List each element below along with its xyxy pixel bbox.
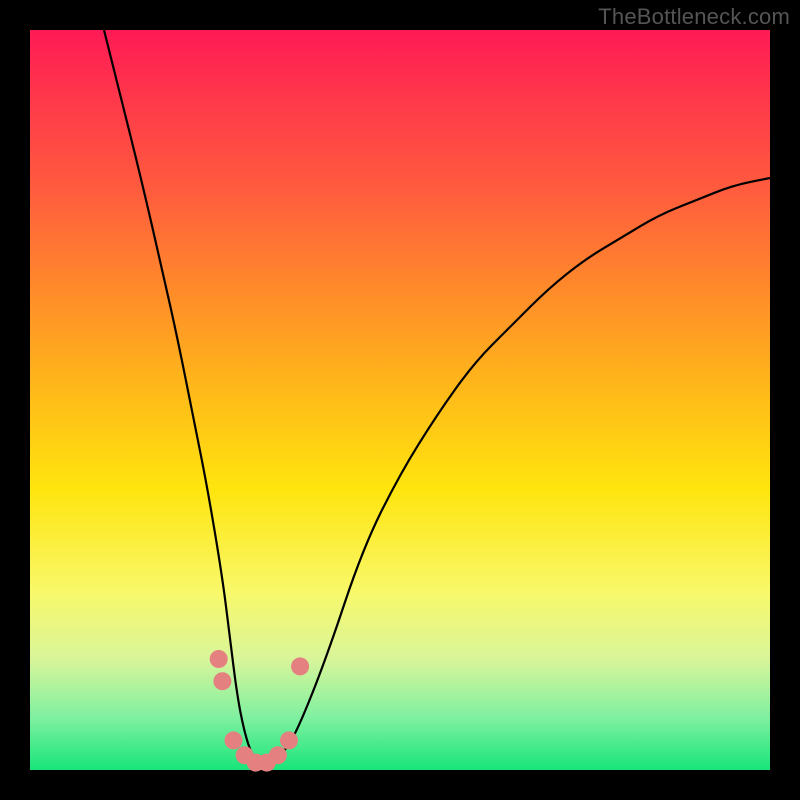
watermark-text: TheBottleneck.com (598, 4, 790, 30)
marker-dot (213, 672, 231, 690)
marker-dot (291, 657, 309, 675)
plot-area (30, 30, 770, 770)
marker-dot (280, 731, 298, 749)
bottleneck-curve (104, 30, 770, 763)
curve-markers (210, 650, 309, 772)
marker-dot (269, 746, 287, 764)
outer-frame: TheBottleneck.com (0, 0, 800, 800)
chart-svg (30, 30, 770, 770)
marker-dot (210, 650, 228, 668)
marker-dot (225, 731, 243, 749)
